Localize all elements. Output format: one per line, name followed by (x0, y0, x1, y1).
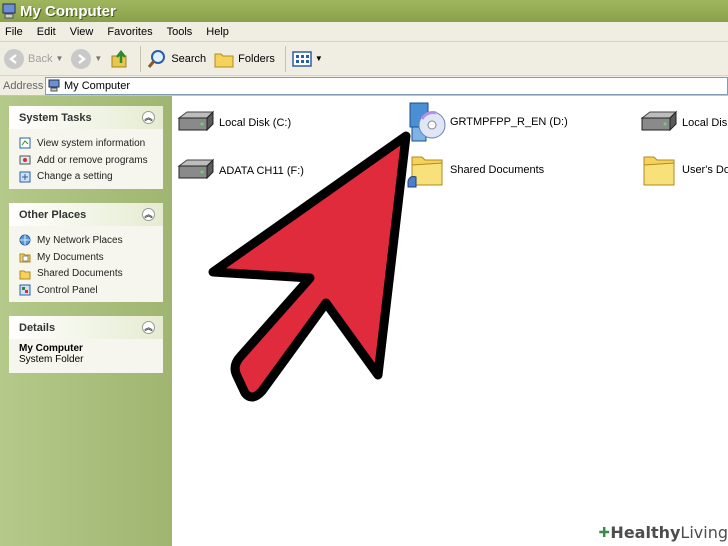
healthy-living-watermark: HealthyLiving (594, 518, 728, 546)
toolbar: Back ▼ ▼ Search Folders ▼ (0, 42, 728, 76)
drive-label: Local Disk (C:) (219, 117, 292, 129)
title-bar: My Computer (0, 0, 728, 22)
address-bar: Address My Computer (0, 76, 728, 96)
network-places-icon (19, 234, 31, 246)
hard-drive-icon (638, 106, 678, 140)
views-icon (292, 50, 312, 67)
left-task-pane: System Tasks ︽ View system information A… (0, 96, 172, 546)
drive-cd-d[interactable]: GRTMPFPP_R_EN (D:) (406, 100, 568, 144)
task-label: View system information (37, 137, 146, 149)
menu-favorites[interactable]: Favorites (107, 26, 152, 38)
forward-arrow-icon (71, 48, 92, 69)
system-tasks-title: System Tasks (19, 111, 92, 124)
control-panel-icon (19, 284, 31, 296)
system-info-icon (19, 137, 31, 149)
search-icon (148, 49, 166, 68)
details-panel: Details ︽ My Computer System Folder (9, 316, 163, 373)
details-type: System Folder (19, 354, 84, 365)
folder-users-documents[interactable]: User's Do (638, 150, 728, 190)
place-my-network-places[interactable]: My Network Places (19, 232, 155, 249)
menu-edit[interactable]: Edit (37, 26, 56, 38)
my-computer-icon (2, 3, 16, 19)
drive-label: ADATA CH11 (F:) (219, 165, 304, 177)
forward-button[interactable]: ▼ (71, 48, 102, 69)
task-view-system-information[interactable]: View system information (19, 135, 155, 152)
menu-tools[interactable]: Tools (167, 26, 193, 38)
collapse-chevron-icon[interactable]: ︽ (142, 321, 155, 334)
back-label: Back (28, 52, 53, 65)
drive-label: GRTMPFPP_R_EN (D:) (450, 116, 568, 128)
details-name: My Computer (19, 343, 83, 354)
drive-local-disk-c[interactable]: Local Disk (C:) (175, 106, 291, 140)
place-my-documents[interactable]: My Documents (19, 249, 155, 266)
views-dropdown-icon[interactable]: ▼ (315, 54, 323, 63)
back-button[interactable]: Back ▼ (4, 48, 63, 69)
folder-shared-documents[interactable]: Shared Documents (406, 150, 544, 190)
task-change-setting[interactable]: Change a setting (19, 168, 155, 185)
task-label: Add or remove programs (37, 154, 148, 166)
other-places-header[interactable]: Other Places ︽ (9, 203, 163, 226)
control-panel-icon (19, 171, 31, 183)
system-tasks-header[interactable]: System Tasks ︽ (9, 106, 163, 129)
menu-help[interactable]: Help (206, 26, 229, 38)
drive-local-disk-e[interactable]: Local Disk (638, 106, 728, 140)
watermark-text: HealthyLiving (610, 522, 728, 542)
views-button[interactable]: ▼ (292, 50, 323, 67)
task-add-remove-programs[interactable]: Add or remove programs (19, 152, 155, 169)
collapse-chevron-icon[interactable]: ︽ (142, 208, 155, 221)
folder-up-icon (111, 49, 127, 67)
folder-label: User's Do (682, 164, 728, 176)
place-control-panel[interactable]: Control Panel (19, 282, 155, 299)
folders-button[interactable]: Folders (214, 50, 275, 68)
search-button[interactable]: Search (147, 49, 206, 69)
shared-folder-icon (406, 150, 446, 190)
search-label: Search (171, 52, 207, 65)
add-remove-programs-icon (19, 155, 31, 165)
window-title: My Computer (20, 2, 116, 20)
place-label: Shared Documents (37, 268, 123, 280)
address-label: Address (3, 79, 44, 92)
up-button[interactable] (110, 49, 130, 69)
menu-view[interactable]: View (70, 26, 94, 38)
system-tasks-panel: System Tasks ︽ View system information A… (9, 106, 163, 189)
drive-adata-f[interactable]: ADATA CH11 (F:) (175, 154, 304, 188)
back-arrow-icon (4, 48, 24, 69)
healthy-living-logo-icon (599, 527, 610, 537)
menu-file[interactable]: File (5, 26, 23, 38)
address-field[interactable]: My Computer (45, 76, 728, 95)
hard-drive-icon (175, 154, 215, 188)
forward-dropdown-icon[interactable]: ▼ (94, 54, 102, 63)
folders-icon (214, 53, 234, 67)
menu-bar: File Edit View Favorites Tools Help (0, 22, 728, 42)
other-places-title: Other Places (19, 208, 87, 221)
my-computer-icon (48, 79, 60, 92)
folders-label: Folders (238, 52, 275, 65)
toolbar-separator (284, 45, 286, 72)
details-title: Details (19, 321, 56, 334)
back-dropdown-icon[interactable]: ▼ (55, 54, 63, 63)
hard-drive-icon (175, 106, 215, 140)
place-label: My Documents (37, 251, 104, 263)
shared-folder-icon (19, 270, 31, 280)
my-documents-icon (19, 253, 31, 263)
address-value: My Computer (64, 79, 131, 92)
cd-drive-icon (406, 100, 446, 144)
place-shared-documents[interactable]: Shared Documents (19, 265, 155, 282)
place-label: My Network Places (37, 234, 123, 246)
details-header[interactable]: Details ︽ (9, 316, 163, 339)
collapse-chevron-icon[interactable]: ︽ (142, 111, 155, 124)
place-label: Control Panel (37, 284, 98, 296)
task-label: Change a setting (37, 171, 113, 183)
toolbar-separator (140, 45, 142, 72)
folder-icon (638, 150, 678, 190)
other-places-panel: Other Places ︽ My Network Places My Docu… (9, 203, 163, 302)
folder-label: Shared Documents (450, 164, 545, 176)
drives-content-area: Local Disk (C:) GRTMPFPP_R_EN (D:) Local… (172, 96, 728, 546)
drive-label: Local Disk (682, 117, 728, 129)
